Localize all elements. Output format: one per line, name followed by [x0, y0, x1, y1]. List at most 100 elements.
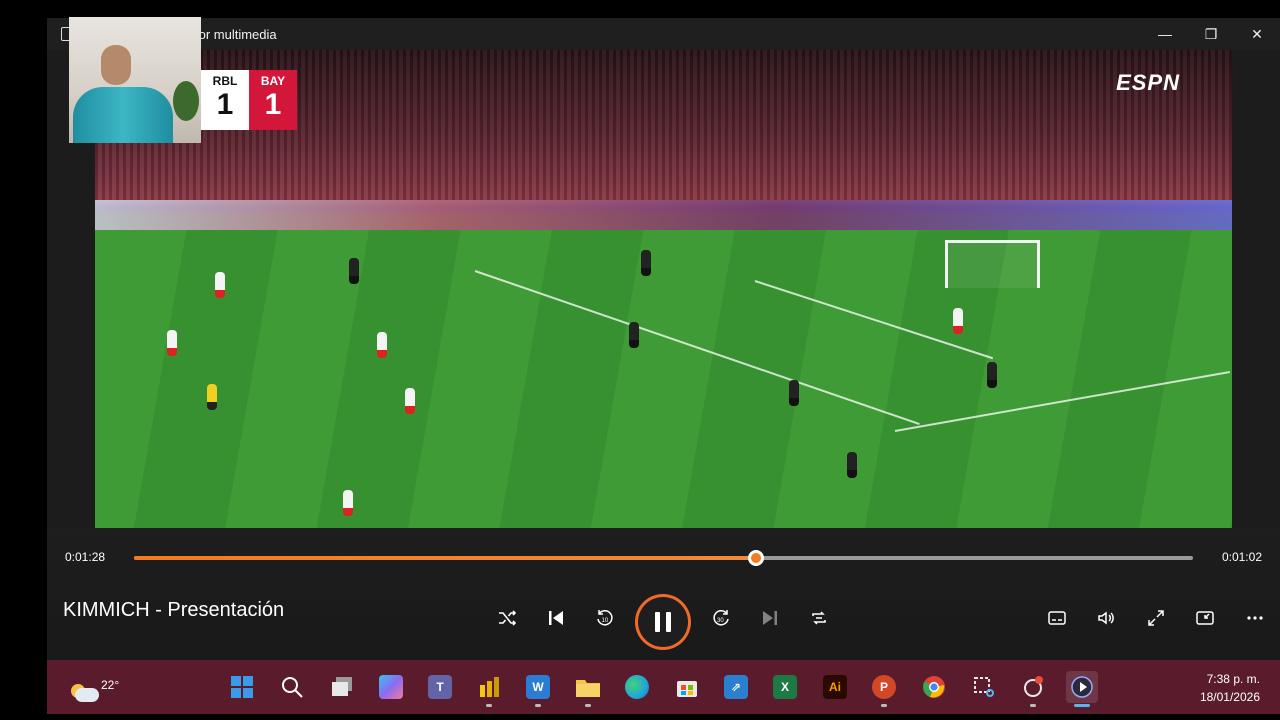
- seek-bar-thumb[interactable]: [747, 550, 764, 566]
- media-player-button[interactable]: [1066, 671, 1098, 707]
- player: [167, 330, 177, 356]
- powerpoint-icon: P: [872, 675, 896, 699]
- espn-logo: ESPN: [1116, 70, 1180, 95]
- snipping-tool-button[interactable]: [968, 671, 1000, 703]
- system-clock[interactable]: 7:38 p. m. 18/01/2026: [1200, 670, 1260, 706]
- volume-icon: [1098, 611, 1114, 625]
- football-pitch: [95, 230, 1232, 528]
- illustrator-icon: Ai: [823, 675, 847, 699]
- pause-button[interactable]: [635, 594, 691, 650]
- fullscreen-button[interactable]: [1138, 600, 1174, 636]
- teams-button[interactable]: T: [424, 671, 456, 703]
- more-icon: [1247, 616, 1263, 620]
- away-team-score: BAY 1: [249, 70, 297, 130]
- chrome-icon: [923, 676, 945, 698]
- mini-player-icon: [1196, 611, 1214, 625]
- advertising-boards: [95, 200, 1232, 234]
- rewind-10-icon: 10: [597, 610, 613, 626]
- copilot-icon: [379, 675, 403, 699]
- shuffle-button[interactable]: [489, 600, 525, 636]
- seek-bar-progress: [134, 556, 756, 560]
- webcam-person-head: [101, 45, 131, 85]
- player: [405, 388, 415, 414]
- player: [215, 272, 225, 298]
- scoreboard: RBL 1 BAY 1: [201, 70, 297, 130]
- screen-recorder-button[interactable]: [1017, 671, 1049, 707]
- search-button[interactable]: [276, 671, 308, 703]
- edge-icon: [625, 675, 649, 699]
- player: [343, 490, 353, 516]
- power-bi-button[interactable]: [473, 671, 505, 707]
- player: [377, 332, 387, 358]
- illustrator-button[interactable]: Ai: [819, 671, 851, 703]
- taskbar: 22° T W ⇗ X Ai P 7:38 p. m. 18/01/2026: [47, 660, 1280, 714]
- edge-button[interactable]: [621, 671, 653, 703]
- player: [953, 308, 963, 334]
- player: [349, 258, 359, 284]
- title-bar: tor multimedia — ❐ ✕: [47, 18, 1280, 50]
- time-elapsed: 0:01:28: [65, 550, 106, 564]
- chrome-button[interactable]: [918, 671, 950, 703]
- mini-player-button[interactable]: [1187, 600, 1223, 636]
- power-bi-icon: [480, 677, 499, 697]
- subtitles-icon: [1048, 611, 1066, 625]
- fullscreen-icon: [1148, 610, 1164, 626]
- running-indicator: [881, 704, 887, 707]
- subtitles-button[interactable]: [1039, 600, 1075, 636]
- forward-30-button[interactable]: 30: [703, 600, 739, 636]
- next-icon: [763, 611, 777, 625]
- running-indicator: [1030, 704, 1036, 707]
- home-team-goals: 1: [216, 88, 234, 121]
- next-button[interactable]: [752, 600, 788, 636]
- forward-30-icon: 30: [713, 610, 729, 626]
- previous-icon: [549, 611, 563, 625]
- weather-widget[interactable]: 22°: [67, 670, 119, 706]
- start-button[interactable]: [226, 671, 258, 703]
- previous-button[interactable]: [538, 600, 574, 636]
- clock-date: 18/01/2026: [1199, 690, 1260, 704]
- repeat-icon: [812, 611, 826, 625]
- media-title: KIMMICH - Presentación: [63, 599, 285, 621]
- media-player-window: tor multimedia — ❐ ✕ ESPN RBL 1 BAY 1 0:…: [47, 18, 1280, 660]
- home-team-score: RBL 1: [201, 70, 249, 130]
- running-indicator: [585, 704, 591, 707]
- remote-desktop-icon: ⇗: [724, 675, 748, 699]
- excel-button[interactable]: X: [769, 671, 801, 703]
- webcam-overlay: [69, 17, 201, 143]
- word-button[interactable]: W: [522, 671, 554, 707]
- repeat-button[interactable]: [801, 600, 837, 636]
- task-view-button[interactable]: [326, 671, 358, 703]
- close-button[interactable]: ✕: [1234, 18, 1280, 50]
- maximize-button[interactable]: ❐: [1188, 18, 1234, 50]
- cloud-icon: [75, 688, 99, 702]
- more-options-button[interactable]: [1237, 600, 1273, 636]
- seek-bar[interactable]: [134, 550, 1193, 566]
- remote-desktop-button[interactable]: ⇗: [720, 671, 752, 703]
- teams-icon: T: [428, 675, 452, 699]
- store-icon: [677, 681, 697, 697]
- home-team-abbr: RBL: [212, 74, 238, 88]
- player: [847, 452, 857, 478]
- svg-text:30: 30: [717, 618, 724, 624]
- minimize-button[interactable]: —: [1142, 18, 1188, 50]
- running-indicator: [486, 704, 492, 707]
- rewind-10-button[interactable]: 10: [587, 600, 623, 636]
- excel-icon: X: [773, 675, 797, 699]
- volume-button[interactable]: [1088, 600, 1124, 636]
- store-button[interactable]: [671, 671, 703, 703]
- webcam-plant: [173, 81, 199, 121]
- word-icon: W: [526, 675, 550, 699]
- copilot-button[interactable]: [375, 671, 407, 703]
- powerpoint-button[interactable]: P: [868, 671, 900, 707]
- screen-recorder-icon: [1024, 676, 1043, 697]
- pause-icon: [666, 612, 671, 632]
- svg-text:10: 10: [602, 618, 609, 624]
- file-explorer-button[interactable]: [572, 671, 604, 707]
- pause-icon: [655, 612, 660, 632]
- goal-frame: [945, 240, 1040, 288]
- away-team-abbr: BAY: [260, 74, 286, 88]
- video-frame[interactable]: ESPN RBL 1 BAY 1: [95, 50, 1232, 528]
- webcam-person-body: [73, 87, 173, 143]
- referee: [207, 384, 217, 410]
- player: [629, 322, 639, 348]
